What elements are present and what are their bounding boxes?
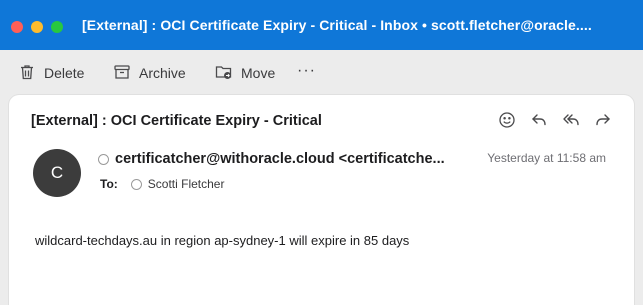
more-actions-button[interactable]: ··· [297,60,316,82]
archive-icon [113,63,139,84]
trash-icon [18,63,44,84]
move-label: Move [241,65,276,81]
message-subject: [External] : OCI Certificate Expiry - Cr… [31,113,322,129]
close-window-button[interactable] [11,21,23,33]
sender-row: certificatcher@withoracle.cloud <certifi… [98,151,458,167]
presence-status-icon [98,153,109,165]
message-date: Yesterday at 11:58 am [487,151,606,165]
message-body: wildcard-techdays.au in region ap-sydney… [35,233,410,248]
toolbar: Delete Archive Move ··· [0,50,643,95]
reply-all-icon[interactable] [562,111,580,129]
move-button[interactable]: Move [215,62,275,84]
avatar: C [33,149,81,197]
reply-icon[interactable] [530,111,548,129]
delete-button[interactable]: Delete [18,62,84,84]
sender-address[interactable]: certificatcher@withoracle.cloud <certifi… [115,151,445,167]
minimize-window-button[interactable] [31,21,43,33]
recipient-row: To: Scotti Fletcher [100,177,224,191]
presence-status-icon [130,178,142,190]
message-view: [External] : OCI Certificate Expiry - Cr… [9,95,634,305]
archive-button[interactable]: Archive [113,62,186,84]
window-title: [External] : OCI Certificate Expiry - Cr… [82,17,592,33]
message-actions [498,111,612,129]
archive-label: Archive [139,65,186,81]
zoom-window-button[interactable] [51,21,63,33]
window-titlebar: [External] : OCI Certificate Expiry - Cr… [0,0,643,50]
forward-icon[interactable] [594,111,612,129]
delete-label: Delete [44,65,85,81]
to-label: To: [100,177,118,191]
recipient-name[interactable]: Scotti Fletcher [148,177,225,191]
move-folder-icon [215,63,241,84]
smiley-icon[interactable] [498,111,516,129]
